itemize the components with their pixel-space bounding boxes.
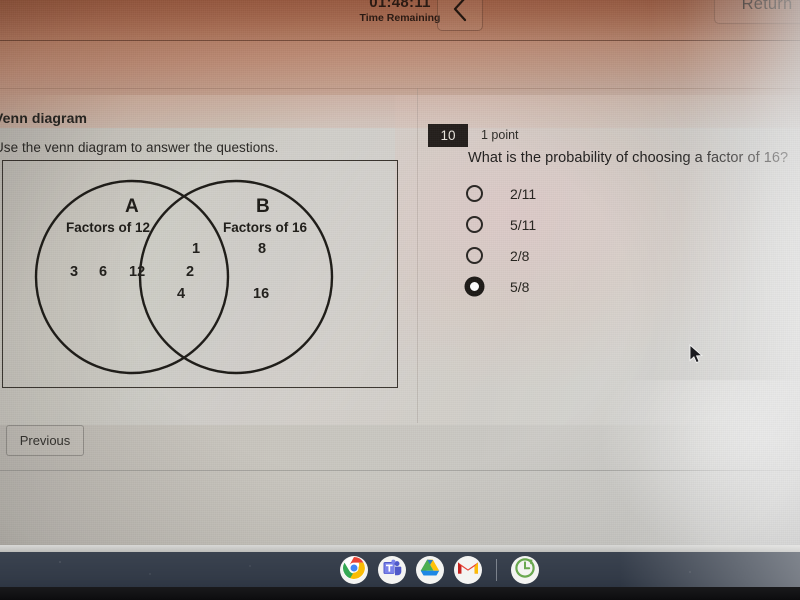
- answer-option[interactable]: 2/11: [466, 178, 766, 209]
- shelf-item-clock-refresh[interactable]: [511, 556, 539, 590]
- shelf-separator: [496, 559, 497, 581]
- venn-a-only-value: 12: [129, 264, 146, 280]
- chrome-icon: [342, 556, 366, 585]
- return-button[interactable]: Return: [714, 0, 800, 24]
- previous-button[interactable]: Previous: [6, 425, 84, 456]
- answer-option-label: 2/8: [510, 247, 530, 264]
- gmail-icon: [457, 559, 479, 582]
- shelf-icon-list: [340, 556, 539, 590]
- google-drive-icon: [419, 557, 441, 584]
- microsoft-teams-icon: [381, 557, 403, 584]
- venn-diagram-circles: [34, 179, 334, 375]
- venn-intersection-value: 1: [192, 241, 201, 257]
- answer-option-label: 2/11: [510, 185, 537, 202]
- question-points: 1 point: [481, 128, 519, 142]
- radio-button-icon[interactable]: [466, 247, 483, 264]
- back-button[interactable]: [437, 0, 483, 31]
- answer-options: 2/11 5/11 2/8 5/8: [466, 178, 766, 302]
- photographed-screen: 01:48:11 Time Remaining Return Venn diag…: [0, 0, 800, 600]
- radio-button-selected-icon[interactable]: [466, 278, 483, 295]
- shelf-item-teams[interactable]: [378, 556, 406, 584]
- laptop-bezel: [0, 545, 800, 552]
- venn-set-b-name: Factors of 16: [223, 220, 308, 235]
- venn-b-only-value: 16: [253, 286, 270, 302]
- question-number-badge: 10: [428, 124, 468, 147]
- answer-option[interactable]: 5/11: [466, 209, 766, 240]
- answer-option[interactable]: 2/8: [466, 240, 766, 271]
- venn-intersection-value: 2: [186, 264, 195, 280]
- header-divider: [0, 88, 800, 89]
- venn-set-b-letter: B: [256, 196, 270, 217]
- quiz-instructions: Use the venn diagram to answer the quest…: [0, 140, 279, 155]
- page-title: Venn diagram: [0, 110, 88, 126]
- venn-a-only-value: 3: [70, 264, 79, 280]
- shelf-item-google-drive[interactable]: [416, 556, 444, 590]
- footer-divider: [0, 470, 800, 471]
- venn-intersection-value: 4: [177, 286, 186, 302]
- answer-option-label: 5/8: [510, 278, 530, 295]
- venn-b-only-value: 8: [258, 241, 267, 257]
- column-divider: [417, 88, 418, 423]
- laptop-lower-edge: [0, 587, 800, 600]
- shelf-item-gmail[interactable]: [454, 556, 482, 584]
- venn-set-a-letter: A: [125, 196, 139, 217]
- venn-a-only-value: 6: [99, 264, 108, 280]
- clock-refresh-icon: [514, 557, 536, 584]
- venn-set-a-name: Factors of 12: [66, 220, 151, 235]
- question-text: What is the probability of choosing a fa…: [468, 150, 789, 166]
- chevron-left-icon: [451, 0, 469, 22]
- answer-option-selected[interactable]: 5/8: [466, 271, 766, 302]
- answer-option-label: 5/11: [510, 216, 537, 233]
- radio-button-icon[interactable]: [466, 185, 483, 202]
- shelf-item-chrome[interactable]: [340, 556, 368, 590]
- toolbar-divider: [0, 40, 800, 41]
- radio-button-icon[interactable]: [466, 216, 483, 233]
